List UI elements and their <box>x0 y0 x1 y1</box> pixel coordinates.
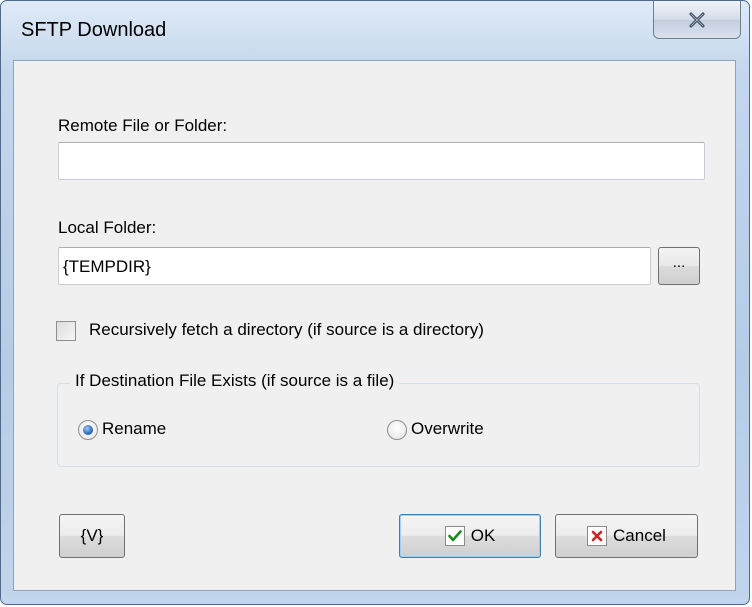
variables-button-label: {V} <box>80 526 104 545</box>
radio-selected-dot <box>83 425 93 435</box>
local-folder-input[interactable]: {TEMPDIR} <box>58 247 651 285</box>
rename-label: Rename <box>102 419 167 438</box>
cancel-button[interactable]: Cancel <box>555 514 698 558</box>
close-button[interactable] <box>653 1 741 39</box>
ok-button-label: OK <box>470 526 496 545</box>
rename-radio[interactable] <box>78 420 98 440</box>
overwrite-radio[interactable] <box>387 420 407 440</box>
window-title: SFTP Download <box>21 19 167 41</box>
dialog-client-area: Remote File or Folder: Local Folder: {TE… <box>13 60 736 591</box>
close-icon <box>689 12 705 27</box>
check-icon <box>444 526 465 546</box>
destination-group-title: If Destination File Exists (if source is… <box>70 371 400 391</box>
remote-label: Remote File or Folder: <box>58 116 228 135</box>
remote-path-input[interactable] <box>58 142 705 180</box>
cancel-button-label: Cancel <box>613 526 666 545</box>
overwrite-label: Overwrite <box>411 419 484 438</box>
local-folder-label: Local Folder: <box>58 218 157 237</box>
recursive-label: Recursively fetch a directory (if source… <box>89 320 484 339</box>
browse-button[interactable]: ... <box>658 247 700 285</box>
recursive-checkbox[interactable] <box>56 321 76 341</box>
ok-button[interactable]: OK <box>399 514 541 558</box>
variables-button[interactable]: {V} <box>59 514 125 558</box>
x-icon <box>587 526 608 546</box>
